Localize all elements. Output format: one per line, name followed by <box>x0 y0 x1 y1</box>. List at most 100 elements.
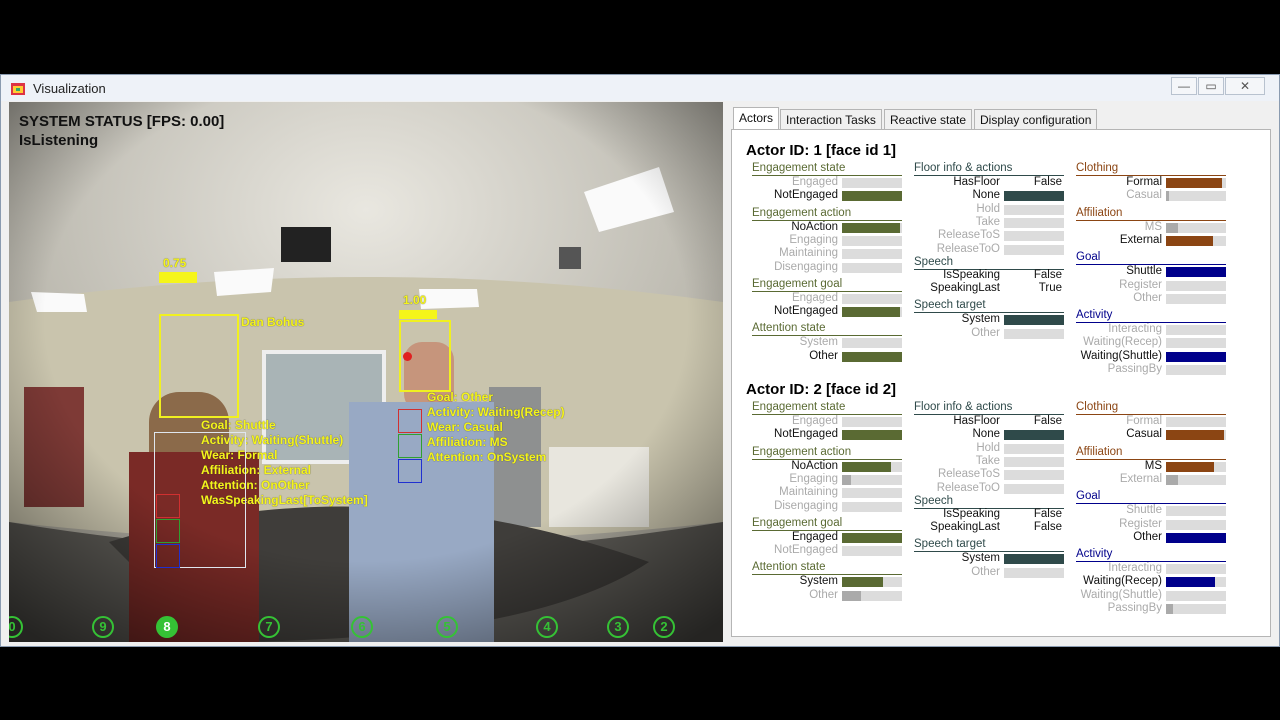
actor1-c3-3-bar-3 <box>1166 365 1226 375</box>
person1-indicator-red <box>156 494 180 518</box>
actor2-c3-3-label-0: Interacting <box>1108 562 1162 575</box>
right-panel: Actors Interaction Tasks Reactive state … <box>725 102 1275 642</box>
actor2-c3-3-label-2: Waiting(Shuttle) <box>1080 588 1162 601</box>
marker-3[interactable]: 3 <box>607 616 629 638</box>
person2-affiliation: Affiliation: MS <box>427 435 508 449</box>
actor2-floor-title: Floor info & actions <box>914 401 1064 415</box>
actor2-c3-0-label-1: Casual <box>1126 428 1162 441</box>
actor1-c3-1-label-1: External <box>1119 233 1162 246</box>
person2-info: Goal: Other Activity: Waiting(Recep) Wea… <box>427 390 565 465</box>
actor1-c3-section-1: Affiliation <box>1076 207 1226 221</box>
actor2-c3-section-3: Activity <box>1076 548 1226 563</box>
marker-6[interactable]: 6 <box>351 616 373 638</box>
actor2-c3-1-label-0: MS <box>1144 459 1162 472</box>
actor2-c3-3-bar-fill-3 <box>1166 604 1173 614</box>
actor1-c3-3-label-1: Waiting(Recep) <box>1083 336 1162 349</box>
actor2-c3-3-label-3: PassingBy <box>1107 602 1162 614</box>
actor2-floor-bar-2 <box>1004 443 1064 454</box>
person1-confidence-bar <box>159 272 197 283</box>
tab-interaction-tasks[interactable]: Interaction Tasks <box>780 109 882 129</box>
person1-face-box[interactable] <box>159 314 239 418</box>
actor1-c3-section-3: Activity <box>1076 309 1226 324</box>
status-state: IsListening <box>19 132 99 149</box>
actor1-c3-3-bar-1 <box>1166 338 1226 349</box>
actor2-c3-1-bar-fill-0 <box>1166 461 1214 472</box>
visualization-window: Visualization — ▭ ✕ SYSTEM STATUS [FPS: … <box>0 74 1280 647</box>
marker-7[interactable]: 7 <box>258 616 280 638</box>
actor2-c3-3-bar-fill-1 <box>1166 577 1215 588</box>
marker-9[interactable]: 9 <box>92 616 114 638</box>
actor1-c3-3-bar-0 <box>1166 325 1226 336</box>
actor2-c3-1-bar-1 <box>1166 474 1226 485</box>
actor1-c3-section-0: Clothing <box>1076 162 1226 176</box>
actor1-c3-2-bar-1 <box>1166 280 1226 291</box>
actor2-c3-1-bar-fill-1 <box>1166 474 1178 485</box>
person2-attention: Attention: OnSystem <box>427 450 547 464</box>
actor2-c3-section-1: Affiliation <box>1076 446 1226 460</box>
actor1-c3-1-label-0: MS <box>1144 220 1162 233</box>
actor2-c3-2-bar-1 <box>1166 519 1226 530</box>
actor2-c3-3-bar-2 <box>1166 590 1226 601</box>
app-icon <box>11 83 25 95</box>
actor2-floor-label-2: Hold <box>976 441 1000 454</box>
person2-activity: Activity: Waiting(Recep) <box>427 405 565 419</box>
person2-indicator-red <box>398 409 422 433</box>
person2-goal: Goal: Other <box>427 390 494 404</box>
tab-reactive-state[interactable]: Reactive state <box>884 109 973 129</box>
person1-indicator-green <box>156 519 180 543</box>
actor1-floor-bar-2 <box>1004 204 1064 215</box>
actor1-c3-3-label-3: PassingBy <box>1107 363 1162 375</box>
actor1-c3-0-bar-fill-0 <box>1166 178 1222 188</box>
marker-2[interactable]: 2 <box>653 616 675 638</box>
actor2-c3-0-bar-fill-1 <box>1166 430 1224 441</box>
window-title: Visualization <box>33 81 106 96</box>
actor1-title: Actor ID: 1 [face id 1] <box>746 142 897 159</box>
close-button[interactable]: ✕ <box>1225 77 1265 95</box>
actor1-c3-3-bar-2 <box>1166 351 1226 362</box>
marker-8[interactable]: 8 <box>156 616 178 638</box>
person1-indicator-blue <box>156 544 180 568</box>
actors-content: Actor ID: 1 [face id 1] Engagement state E… <box>731 129 1271 637</box>
title-bar: Visualization — ▭ ✕ <box>1 75 1279 101</box>
actor1-c1-section-0: Engagement state <box>752 162 902 176</box>
actor2-c3-0-bar-1 <box>1166 430 1226 441</box>
tab-actors[interactable]: Actors <box>733 107 780 130</box>
actor1-c3-3-label-0: Interacting <box>1108 323 1162 336</box>
person2-wear: Wear: Casual <box>427 420 503 434</box>
actor1-c3-0-label-0: Formal <box>1126 176 1162 188</box>
actor1-c3-0-bar-0 <box>1166 178 1226 188</box>
marker-4[interactable]: 4 <box>536 616 558 638</box>
actor1-c3-2-bar-2 <box>1166 293 1226 304</box>
person2-confidence: 1.00 <box>403 293 427 307</box>
actor2-c3-1-bar-0 <box>1166 461 1226 472</box>
actor2-c3-2-bar-0 <box>1166 506 1226 517</box>
actor1-c3-3-bar-fill-2 <box>1166 351 1226 362</box>
actor1-c3-0-bar-1 <box>1166 191 1226 202</box>
person1-name: Dan Bohus <box>241 315 305 329</box>
tab-display-configuration[interactable]: Display configuration <box>974 109 1098 129</box>
minimize-button[interactable]: — <box>1171 77 1197 95</box>
actor2-c3-3-bar-1 <box>1166 577 1226 588</box>
actor1-c3-0-bar-fill-1 <box>1166 191 1169 202</box>
actor2-c3-3-bar-3 <box>1166 604 1226 614</box>
person2-indicator-green <box>398 434 422 458</box>
actor2-c3-2-label-2: Other <box>1133 530 1162 543</box>
system-status: SYSTEM STATUS [FPS: 0.00] IsListening <box>19 112 224 150</box>
actor2-c3-2-bar-2 <box>1166 532 1226 543</box>
actor1-floor-label-2: Hold <box>976 202 1000 215</box>
person2-confidence-bar <box>399 310 437 319</box>
actor1-c3-2-bar-0 <box>1166 267 1226 278</box>
actor1-c3-2-label-0: Shuttle <box>1126 265 1162 278</box>
actor2-c3-2-label-0: Shuttle <box>1126 504 1162 517</box>
actor1-c3-3-label-2: Waiting(Shuttle) <box>1080 349 1162 362</box>
actor2-c3-2-bar-fill-2 <box>1166 532 1226 543</box>
actor1-c3-section-2: Goal <box>1076 251 1226 266</box>
actor2-c3-section-2: Goal <box>1076 490 1226 505</box>
actor1-c3-2-label-2: Other <box>1133 291 1162 304</box>
actor1-floor-title: Floor info & actions <box>914 162 1064 176</box>
actor1-c3-1-bar-1 <box>1166 235 1226 246</box>
marker-5[interactable]: 5 <box>436 616 458 638</box>
actor1-c3-1-bar-fill-1 <box>1166 235 1213 246</box>
restore-button[interactable]: ▭ <box>1198 77 1224 95</box>
actor2-c3-2-label-1: Register <box>1119 517 1162 530</box>
